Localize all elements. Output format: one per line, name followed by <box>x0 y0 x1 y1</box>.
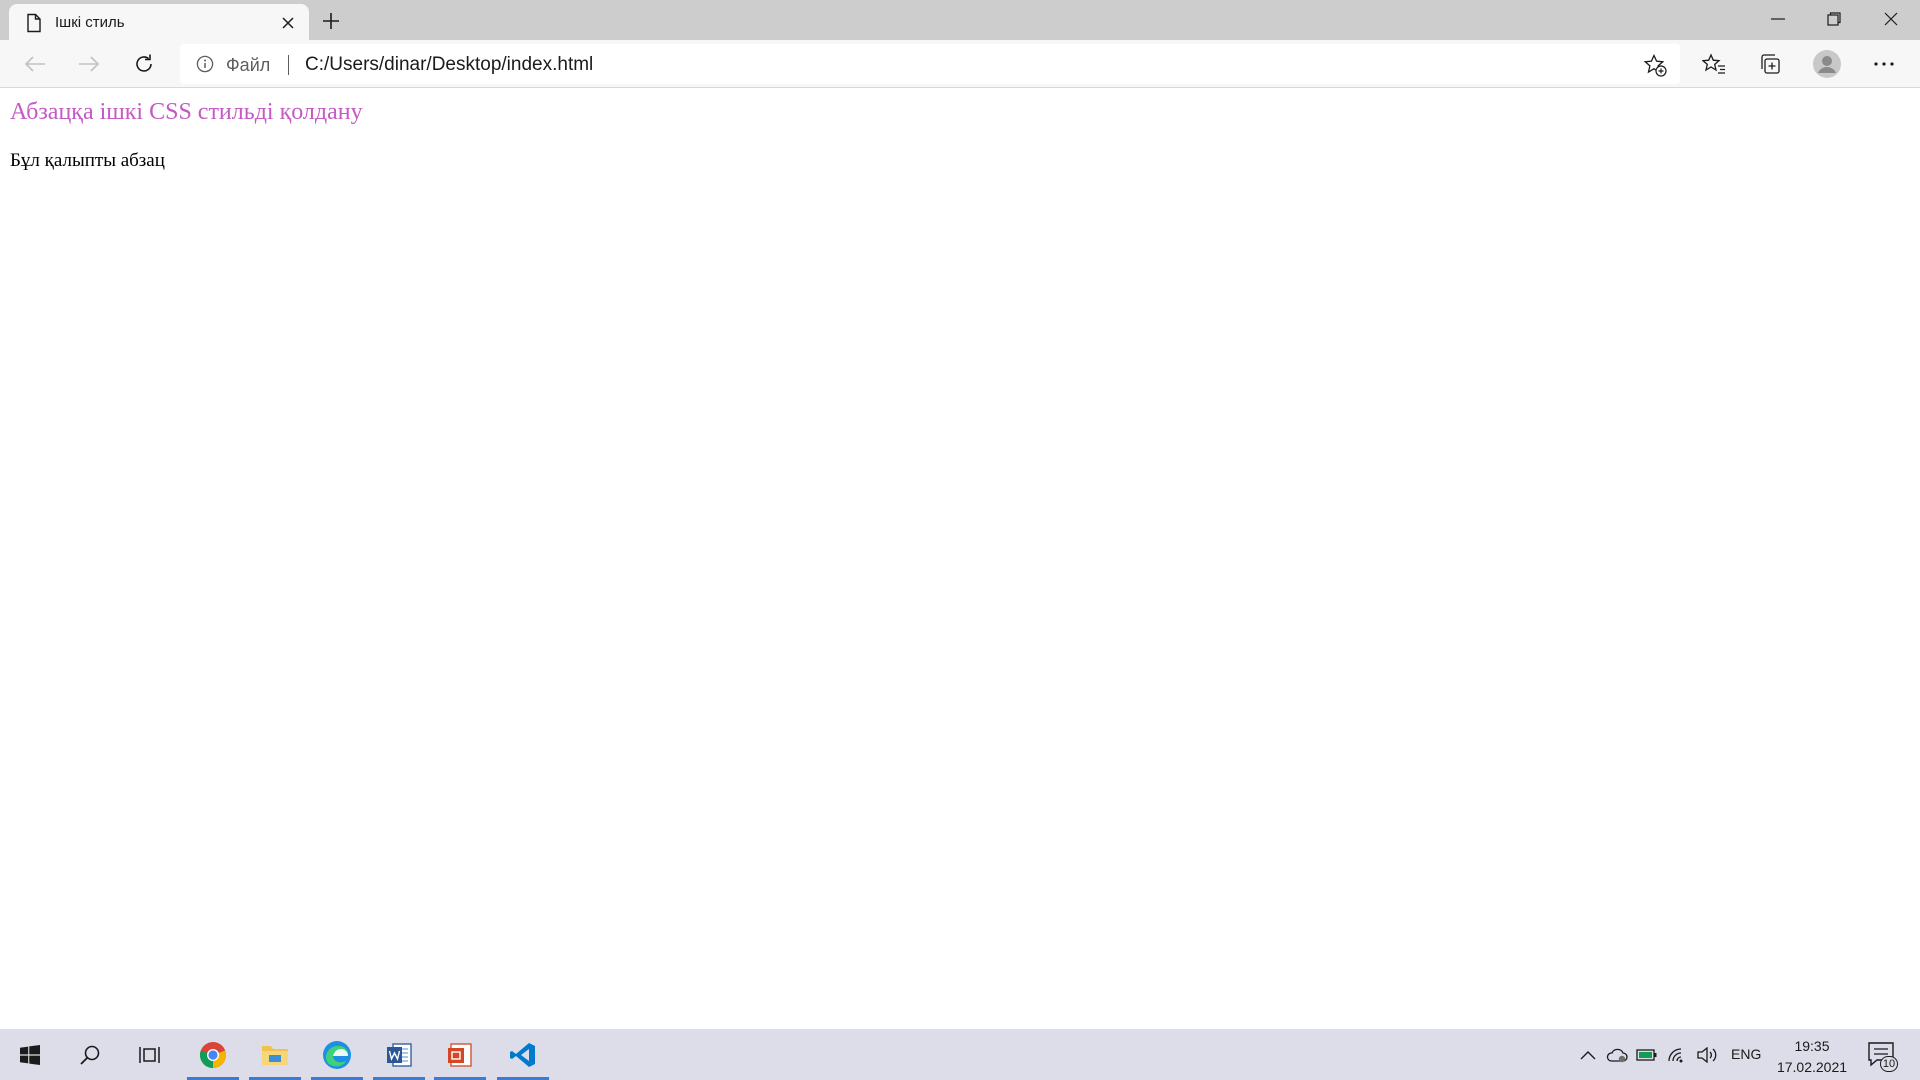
reload-icon <box>136 54 152 72</box>
file-explorer-icon <box>262 1045 288 1065</box>
vscode-icon <box>510 1042 535 1067</box>
collections-icon <box>1761 54 1780 74</box>
avatar-icon <box>1813 50 1841 78</box>
profile-button[interactable] <box>1809 46 1845 82</box>
plus-icon <box>323 13 339 29</box>
info-icon[interactable] <box>196 55 214 73</box>
back-arrow-icon <box>24 56 45 72</box>
edge-icon <box>323 1040 351 1069</box>
taskbar-word[interactable] <box>373 1029 425 1080</box>
close-icon <box>1884 12 1897 26</box>
clock-date: 17.02.2021 <box>1776 1059 1848 1075</box>
tray-volume[interactable] <box>1694 1029 1720 1080</box>
page-icon <box>27 13 41 33</box>
taskbar-vscode[interactable] <box>497 1029 549 1080</box>
browser-tab[interactable]: Ішкі стиль <box>9 4 309 40</box>
chevron-up-icon <box>1580 1050 1596 1059</box>
search-icon <box>80 1045 100 1065</box>
tray-onedrive[interactable] <box>1604 1029 1630 1080</box>
favorites-button[interactable] <box>1696 46 1732 82</box>
battery-icon <box>1636 1048 1657 1061</box>
favorites-icon <box>1702 53 1725 74</box>
tray-language[interactable]: ENG <box>1731 1046 1761 1062</box>
minimize-button[interactable] <box>1749 0 1806 38</box>
tray-battery[interactable] <box>1634 1029 1660 1080</box>
taskbar-chrome[interactable] <box>187 1029 239 1080</box>
tray-network[interactable] <box>1664 1029 1690 1080</box>
forward-arrow-icon <box>79 56 100 72</box>
taskbar-file-explorer[interactable] <box>249 1029 301 1080</box>
close-window-button[interactable] <box>1862 0 1919 38</box>
address-separator <box>288 55 289 75</box>
tray-clock[interactable]: 19:35 17.02.2021 <box>1776 1036 1848 1078</box>
notification-count: 10 <box>1880 1056 1898 1072</box>
speaker-icon <box>1697 1046 1717 1063</box>
show-hidden-icons-button[interactable] <box>1576 1029 1600 1080</box>
app-icon <box>448 1042 472 1067</box>
more-icon <box>1874 62 1894 66</box>
tab-close-button[interactable] <box>277 12 299 34</box>
tab-title: Ішкі стиль <box>55 14 125 31</box>
normal-paragraph: Бұл қалыпты абзац <box>10 150 165 171</box>
task-view-button[interactable] <box>124 1029 176 1080</box>
start-icon <box>20 1044 40 1065</box>
browser-toolbar: Файл C:/Users/dinar/Desktop/index.html <box>0 40 1920 88</box>
cloud-icon <box>1606 1048 1628 1062</box>
url-scheme-label: Файл <box>226 55 271 75</box>
collections-button[interactable] <box>1752 46 1788 82</box>
address-bar[interactable]: Файл C:/Users/dinar/Desktop/index.html <box>180 44 1680 84</box>
tab-strip: Ішкі стиль <box>0 0 1920 40</box>
page-viewport: Абзацқа ішкі CSS стильді қолдану Бұл қал… <box>0 89 1920 1029</box>
word-icon <box>387 1042 412 1067</box>
restore-button[interactable] <box>1805 0 1862 38</box>
chrome-icon <box>199 1041 227 1068</box>
styled-paragraph: Абзацқа ішкі CSS стильді қолдану <box>10 99 363 125</box>
taskbar: ENG 19:35 17.02.2021 10 <box>0 1029 1920 1080</box>
new-tab-button[interactable] <box>318 8 344 34</box>
taskbar-app[interactable] <box>434 1029 486 1080</box>
url-text[interactable]: C:/Users/dinar/Desktop/index.html <box>305 54 593 76</box>
reload-button[interactable] <box>126 46 162 82</box>
more-menu-button[interactable] <box>1866 46 1902 82</box>
close-icon <box>282 17 294 29</box>
task-view-icon <box>139 1046 160 1063</box>
restore-icon <box>1826 12 1841 26</box>
start-button[interactable] <box>4 1029 56 1080</box>
wifi-icon <box>1668 1047 1683 1062</box>
add-favorite-icon[interactable] <box>1643 53 1667 77</box>
search-button[interactable] <box>64 1029 116 1080</box>
back-button[interactable] <box>17 46 53 82</box>
minimize-icon <box>1770 18 1785 20</box>
forward-button[interactable] <box>71 46 107 82</box>
taskbar-edge[interactable] <box>311 1029 363 1080</box>
clock-time: 19:35 <box>1794 1038 1830 1054</box>
